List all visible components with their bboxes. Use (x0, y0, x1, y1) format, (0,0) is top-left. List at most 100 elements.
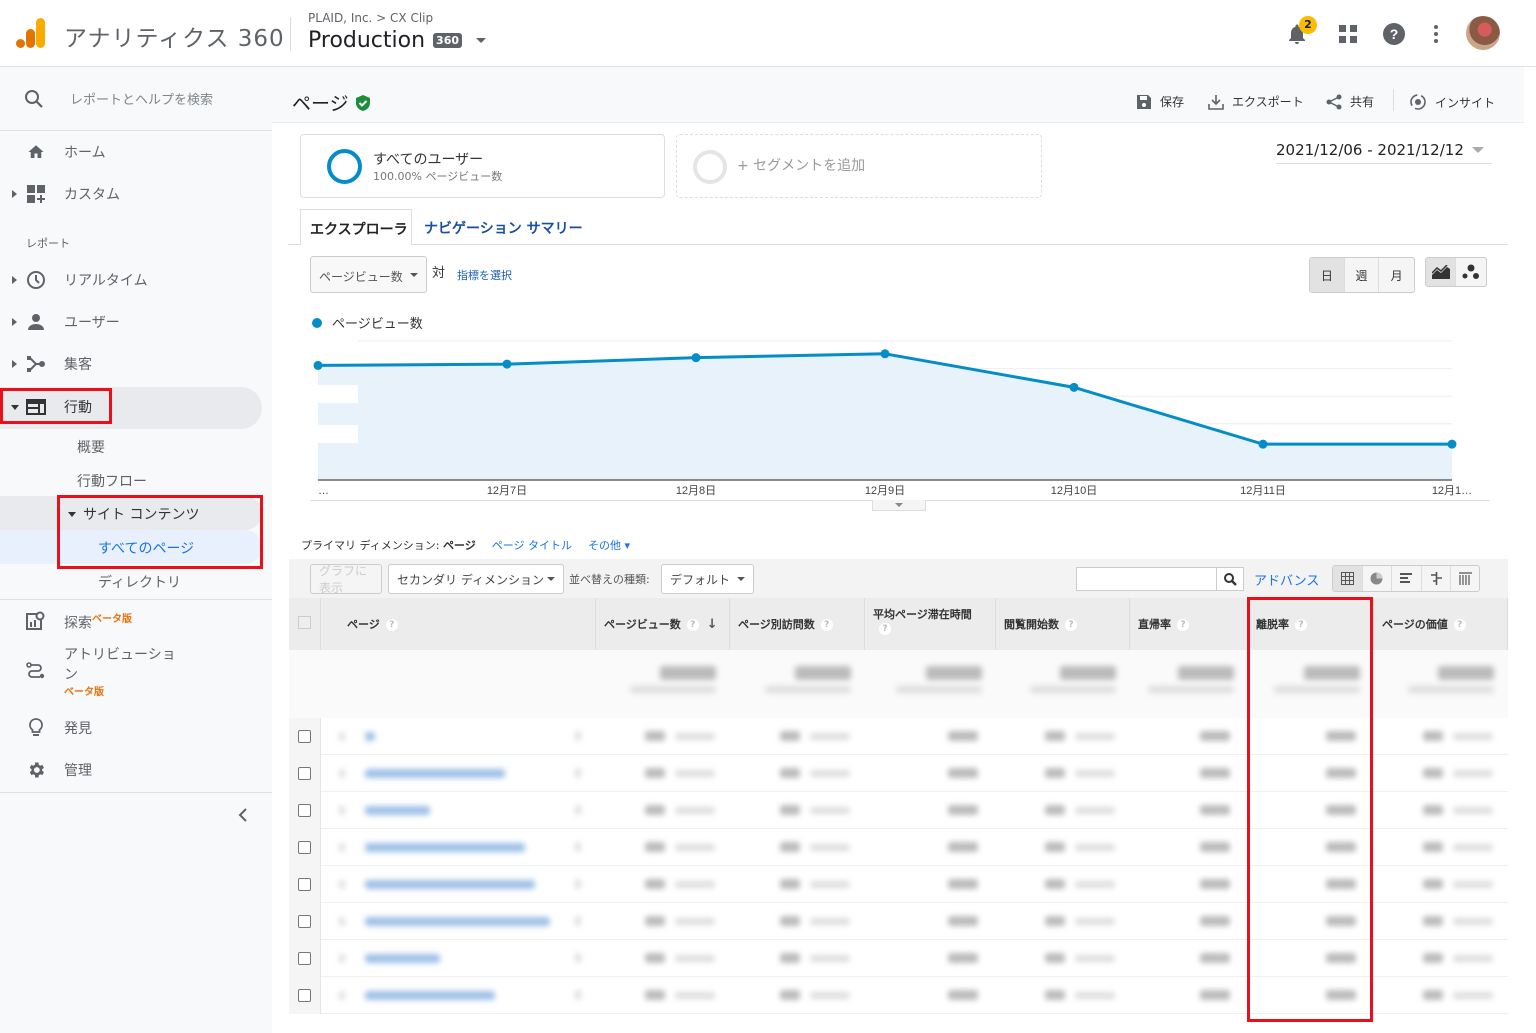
apps-grid-icon[interactable] (1336, 22, 1360, 46)
row-index-redacted (339, 732, 345, 741)
column-header[interactable]: ページの価値? (1374, 598, 1508, 650)
column-header[interactable]: ページ? (321, 598, 596, 650)
page-path-link-redacted[interactable] (365, 843, 525, 852)
chart-collapse-handle[interactable] (872, 500, 926, 511)
sidebar-item-realtime[interactable]: リアルタイム (0, 260, 272, 300)
sidebar-item-acquisition[interactable]: 集客 (0, 344, 272, 384)
row-select-cell (289, 792, 321, 829)
help-icon[interactable]: ? (385, 619, 398, 631)
row-checkbox[interactable] (298, 915, 311, 928)
select-all-checkbox[interactable] (298, 616, 311, 629)
row-checkbox[interactable] (298, 878, 311, 891)
column-header[interactable]: 直帰率? (1130, 598, 1248, 650)
segment-all-users[interactable]: すべてのユーザー 100.00% ページビュー数 (300, 134, 665, 198)
insights-button[interactable]: インサイト (1409, 93, 1495, 111)
view-pivot-button[interactable] (1451, 566, 1479, 591)
column-header[interactable]: ページ別訪問数? (730, 598, 865, 650)
page-path-link-redacted[interactable] (365, 991, 495, 1000)
dimension-page-title-link[interactable]: ページ タイトル (492, 537, 572, 553)
sort-desc-icon[interactable]: ↓ (707, 617, 718, 632)
help-icon[interactable]: ? (686, 619, 699, 631)
row-checkbox[interactable] (298, 730, 311, 743)
sidebar-item-home[interactable]: ホーム (0, 132, 272, 172)
page-path-link-redacted[interactable] (365, 806, 430, 815)
date-range-picker[interactable]: 2021/12/06 - 2021/12/12 (1276, 136, 1492, 164)
sidebar-subitem-overview[interactable]: 概要 (77, 437, 105, 457)
view-pie-button[interactable] (1363, 566, 1393, 591)
external-link-icon[interactable] (575, 916, 581, 926)
external-link-icon[interactable] (575, 731, 581, 741)
advanced-filter-link[interactable]: アドバンス (1254, 570, 1319, 589)
row-checkbox[interactable] (298, 767, 311, 780)
help-icon[interactable]: ? (1177, 619, 1189, 631)
sidebar-item-label: 探索ベータ版 (64, 613, 132, 632)
avatar[interactable] (1466, 16, 1500, 50)
external-link-icon[interactable] (575, 879, 581, 889)
external-link-icon[interactable] (575, 805, 581, 815)
cell-value-redacted (645, 731, 665, 741)
help-icon[interactable]: ? (879, 623, 891, 635)
row-checkbox[interactable] (298, 952, 311, 965)
sidebar-subitem-behavior-flow[interactable]: 行動フロー (77, 471, 147, 491)
secondary-dimension-select[interactable]: セカンダリ ディメンション (388, 564, 564, 594)
add-segment-button[interactable]: + セグメントを追加 (676, 134, 1042, 198)
tab-explorer[interactable]: エクスプローラ (300, 209, 412, 245)
period-week-button[interactable]: 週 (1345, 258, 1380, 292)
help-icon[interactable]: ? (1453, 619, 1466, 631)
sidebar-item-explore[interactable]: 探索ベータ版 (0, 601, 272, 641)
cell-percent-redacted (1453, 844, 1493, 851)
column-header[interactable]: 閲覧開始数? (996, 598, 1130, 650)
highlight-box-all-pages (57, 495, 263, 569)
cell-value-redacted (948, 879, 978, 889)
help-icon[interactable]: ? (1382, 22, 1406, 46)
top-bar: アナリティクス 360 PLAID, Inc. > CX Clip Produc… (0, 0, 1536, 67)
help-icon[interactable]: ? (1065, 619, 1077, 631)
property-selector[interactable]: Production 360 (308, 28, 487, 53)
help-icon[interactable]: ? (820, 619, 833, 631)
row-checkbox[interactable] (298, 841, 311, 854)
column-header[interactable]: ページビュー数? ↓ (596, 598, 730, 650)
row-checkbox[interactable] (298, 989, 311, 1002)
line-chart-button[interactable] (1426, 258, 1457, 286)
page-path-link-redacted[interactable] (365, 954, 440, 963)
view-comparison-button[interactable] (1422, 566, 1452, 591)
page-path-link-redacted[interactable] (365, 732, 375, 741)
page-path-link-redacted[interactable] (365, 769, 505, 778)
sidebar-subitem-directory[interactable]: ディレクトリ (98, 572, 181, 592)
table-filter-input[interactable] (1076, 567, 1216, 591)
period-day-button[interactable]: 日 (1310, 258, 1345, 292)
export-button[interactable]: エクスポート (1208, 93, 1304, 110)
plot-rows-button[interactable]: グラフに表示 (310, 564, 382, 595)
sidebar-item-admin[interactable]: 管理 (0, 750, 272, 790)
dimension-other-dropdown[interactable]: その他 ▾ (588, 537, 630, 553)
table-search-button[interactable] (1216, 567, 1244, 591)
sort-type-select[interactable]: デフォルト (661, 564, 754, 594)
sidebar-item-discover[interactable]: 発見 (0, 708, 272, 748)
share-button[interactable]: 共有 (1326, 93, 1374, 110)
save-button[interactable]: 保存 (1136, 93, 1184, 110)
view-table-button[interactable] (1333, 566, 1363, 591)
select-metric-link[interactable]: 指標を選択 (457, 267, 512, 283)
gear-icon (25, 759, 47, 781)
external-link-icon[interactable] (575, 768, 581, 778)
sidebar-item-custom[interactable]: カスタム (0, 174, 272, 214)
account-breadcrumb[interactable]: PLAID, Inc. > CX Clip (308, 11, 433, 25)
report-search[interactable]: レポートとヘルプを検索 (0, 67, 272, 131)
external-link-icon[interactable] (575, 953, 581, 963)
pivot-icon (1458, 572, 1472, 585)
row-checkbox[interactable] (298, 804, 311, 817)
tab-navigation-summary[interactable]: ナビゲーション サマリー (424, 218, 583, 238)
sidebar-item-attribution[interactable]: アトリビューションベータ版 (0, 642, 272, 700)
column-header[interactable]: 平均ページ滞在時間? (865, 598, 996, 650)
motion-chart-button[interactable] (1456, 258, 1486, 286)
page-path-link-redacted[interactable] (365, 880, 535, 889)
external-link-icon[interactable] (575, 842, 581, 852)
view-performance-button[interactable] (1392, 566, 1422, 591)
page-path-link-redacted[interactable] (365, 917, 550, 926)
metric-select[interactable]: ページビュー数 (310, 256, 427, 293)
collapse-sidebar-icon[interactable] (236, 807, 250, 823)
period-month-button[interactable]: 月 (1379, 258, 1414, 292)
more-vert-icon[interactable] (1424, 22, 1448, 46)
sidebar-item-audience[interactable]: ユーザー (0, 302, 272, 342)
external-link-icon[interactable] (575, 990, 581, 1000)
